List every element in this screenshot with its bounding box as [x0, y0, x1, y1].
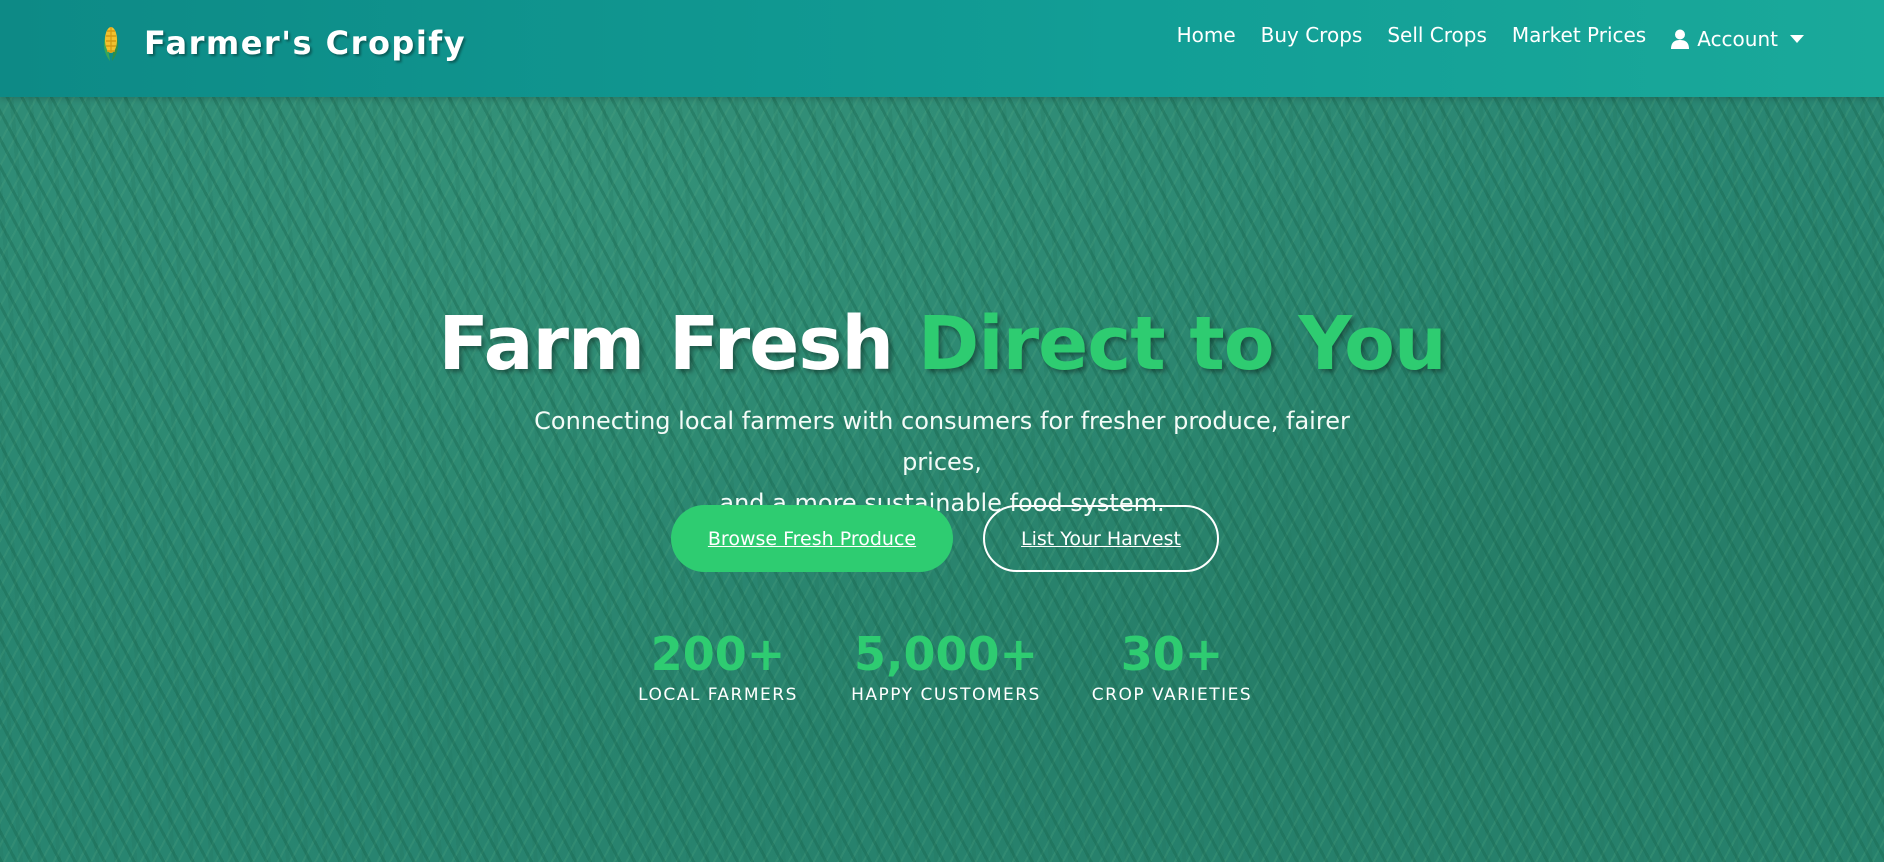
hero-headline: Farm Fresh Direct to You — [0, 307, 1884, 381]
headline-green: Direct to You — [917, 300, 1447, 387]
stat-value: 30+ — [1120, 627, 1224, 681]
caret-down-icon — [1790, 35, 1804, 43]
stat-happy-customers: 5,000+ HAPPY CUSTOMERS — [846, 631, 1046, 705]
stat-label: CROP VARIETIES — [1091, 685, 1253, 705]
brand-name: Farmer's Cropify — [144, 24, 467, 62]
list-harvest-button[interactable]: List Your Harvest — [983, 505, 1219, 572]
stat-label: LOCAL FARMERS — [638, 685, 798, 705]
nav-market-prices[interactable]: Market Prices — [1512, 23, 1646, 47]
hero-section: Farm Fresh Direct to You Connecting loca… — [0, 97, 1884, 862]
main-nav: Home Buy Crops Sell Crops Market Prices … — [1177, 18, 1804, 52]
user-icon — [1671, 29, 1690, 49]
brand-link[interactable]: Farmer's Cropify — [96, 18, 466, 68]
corn-logo-icon — [103, 27, 119, 61]
hero-subtitle: Connecting local farmers with consumers … — [492, 401, 1392, 524]
account-dropdown[interactable]: Account — [1671, 27, 1804, 51]
stat-local-farmers: 200+ LOCAL FARMERS — [632, 631, 804, 705]
account-label: Account — [1697, 27, 1778, 51]
stat-value: 200+ — [650, 627, 786, 681]
navbar: Farmer's Cropify Home Buy Crops Sell Cro… — [0, 0, 1884, 97]
stat-value: 5,000+ — [853, 627, 1039, 681]
stat-crop-varieties: 30+ CROP VARIETIES — [1090, 631, 1254, 705]
headline-white: Farm Fresh — [438, 300, 894, 387]
browse-produce-button[interactable]: Browse Fresh Produce — [671, 505, 953, 572]
nav-buy-crops[interactable]: Buy Crops — [1261, 23, 1363, 47]
subtitle-line-1: Connecting local farmers with consumers … — [534, 407, 1350, 476]
nav-home[interactable]: Home — [1177, 23, 1236, 47]
nav-sell-crops[interactable]: Sell Crops — [1387, 23, 1487, 47]
stat-label: HAPPY CUSTOMERS — [851, 685, 1041, 705]
